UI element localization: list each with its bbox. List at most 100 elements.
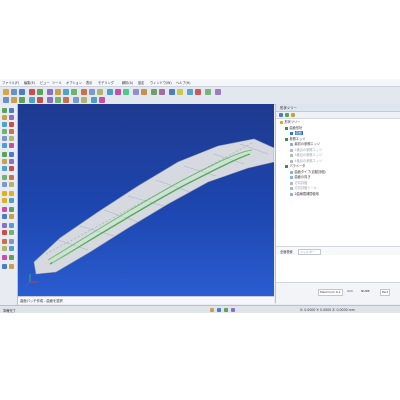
curvature-icon[interactable] [2,175,7,180]
trim-surface-icon[interactable] [9,152,14,157]
menu-item-analysis[interactable]: 解析(A) [122,80,133,85]
extend-surface-icon[interactable] [2,159,7,164]
sweep-icon[interactable] [91,97,97,103]
select-point-icon[interactable] [2,108,7,113]
tree-item[interactable]: 曲面 [290,131,303,136]
shading-icon[interactable] [141,89,147,95]
network-icon[interactable] [9,198,14,203]
tolerance-field[interactable]: Maximum 0.1 [318,289,343,296]
hide-icon[interactable] [2,246,7,251]
tree-item[interactable]: 曲面の向き [290,175,310,180]
export-icon[interactable] [9,230,14,235]
blend-icon[interactable] [63,97,69,103]
mode-dropdown[interactable]: Part [380,289,390,296]
boundary-icon[interactable] [2,198,7,203]
open-file-icon[interactable] [11,89,17,95]
move-icon[interactable] [11,97,17,103]
save-file-icon[interactable] [19,89,25,95]
trim-icon[interactable] [89,89,95,95]
rebuild-icon[interactable] [9,207,14,212]
snap-icon[interactable] [210,307,214,312]
select-body-icon[interactable] [9,115,14,120]
group-icon[interactable] [2,255,7,260]
extend-icon[interactable] [97,89,103,95]
tree-item[interactable]: 方向評価 [290,181,307,186]
fit-view-icon[interactable] [133,89,139,95]
rotate-view-icon[interactable] [107,89,113,95]
create-line-icon[interactable] [9,122,14,127]
select-edge-icon[interactable] [9,108,14,113]
draft-icon[interactable] [9,182,14,187]
section-icon[interactable] [187,89,193,95]
point-icon[interactable] [47,89,53,95]
tree-item[interactable]: 最初の参照エッジ [290,142,320,147]
continuity-icon[interactable] [9,214,14,219]
edit-surface-icon[interactable] [2,143,7,148]
ortho-icon[interactable] [224,307,228,312]
tree-item[interactable]: 3番目の参照エッジ [290,153,322,158]
smooth-icon[interactable] [9,166,14,171]
redo-icon[interactable] [37,89,43,95]
ungroup-icon[interactable] [9,255,14,260]
mesh-icon[interactable] [81,89,87,95]
list-view-icon[interactable] [285,113,289,117]
menu-item-window[interactable]: ウィンドウ(W) [150,80,172,85]
create-arc-icon[interactable] [2,129,7,134]
menu-item-display[interactable]: 表示 [86,80,92,85]
tree-item[interactable]: パラメータ [285,164,305,169]
search-input[interactable]: フィルター [298,248,321,255]
tree-item[interactable]: 形状ツリー [280,120,300,125]
scale-icon[interactable] [37,97,43,103]
surface-icon[interactable] [71,89,77,95]
tree-item[interactable]: 2番目の参照エッジ [290,148,322,153]
3d-viewport[interactable] [18,104,274,296]
light-icon[interactable] [177,89,183,95]
delete-icon[interactable] [195,89,201,95]
patch-icon[interactable] [73,97,79,103]
menu-item-view[interactable]: ビュー [40,80,50,85]
menu-item-tools[interactable]: ツール [52,80,62,85]
create-surface-icon[interactable] [9,136,14,141]
split-icon[interactable] [9,143,14,148]
create-plane-icon[interactable] [2,136,7,141]
tree-item[interactable]: 方向評価ツール [290,186,317,191]
tree-item[interactable]: 曲面形状 [285,126,302,131]
patch-tool-icon[interactable] [9,191,14,196]
mesh-tool-icon[interactable] [2,166,7,171]
join-icon[interactable] [2,152,7,157]
loft-icon[interactable] [81,97,87,103]
undo-icon[interactable] [29,89,35,95]
wireframe-icon[interactable] [151,89,157,95]
menu-item-options[interactable]: オプション [66,80,82,85]
menu-item-modeling[interactable]: モデリング [98,80,114,85]
osnap-icon[interactable] [231,307,235,312]
line-icon[interactable] [55,89,61,95]
info-icon[interactable] [2,264,7,269]
create-point-icon[interactable] [2,122,7,127]
menu-item-settings[interactable]: 設定 [138,80,144,85]
tree-item[interactable]: 4番目の参照エッジ [290,159,322,164]
tree-item[interactable]: 参照エッジ [285,137,305,142]
fill-icon[interactable] [2,207,7,212]
new-file-icon[interactable] [3,89,9,95]
select-face-icon[interactable] [2,115,7,120]
deviation-icon[interactable] [9,175,14,180]
analysis-icon[interactable] [215,89,221,95]
zebra-icon[interactable] [2,182,7,187]
project-icon[interactable] [99,97,105,103]
tree-item[interactable]: 曲面タイプ(自動評価) [290,170,326,175]
check-icon[interactable] [205,89,211,95]
tree-view-icon[interactable] [279,113,283,117]
render-icon[interactable] [2,239,7,244]
highlight-icon[interactable] [2,191,7,196]
tree-item[interactable]: 2曲線間補間使用 [290,192,319,197]
pan-view-icon[interactable] [115,89,121,95]
create-spline-icon[interactable] [9,129,14,134]
note-icon[interactable] [2,230,7,235]
layer-icon[interactable] [169,89,175,95]
properties-icon[interactable] [291,113,295,117]
select-icon[interactable] [3,97,9,103]
settings-icon[interactable] [9,264,14,269]
zoom-icon[interactable] [123,89,129,95]
measure-icon[interactable] [159,89,165,95]
